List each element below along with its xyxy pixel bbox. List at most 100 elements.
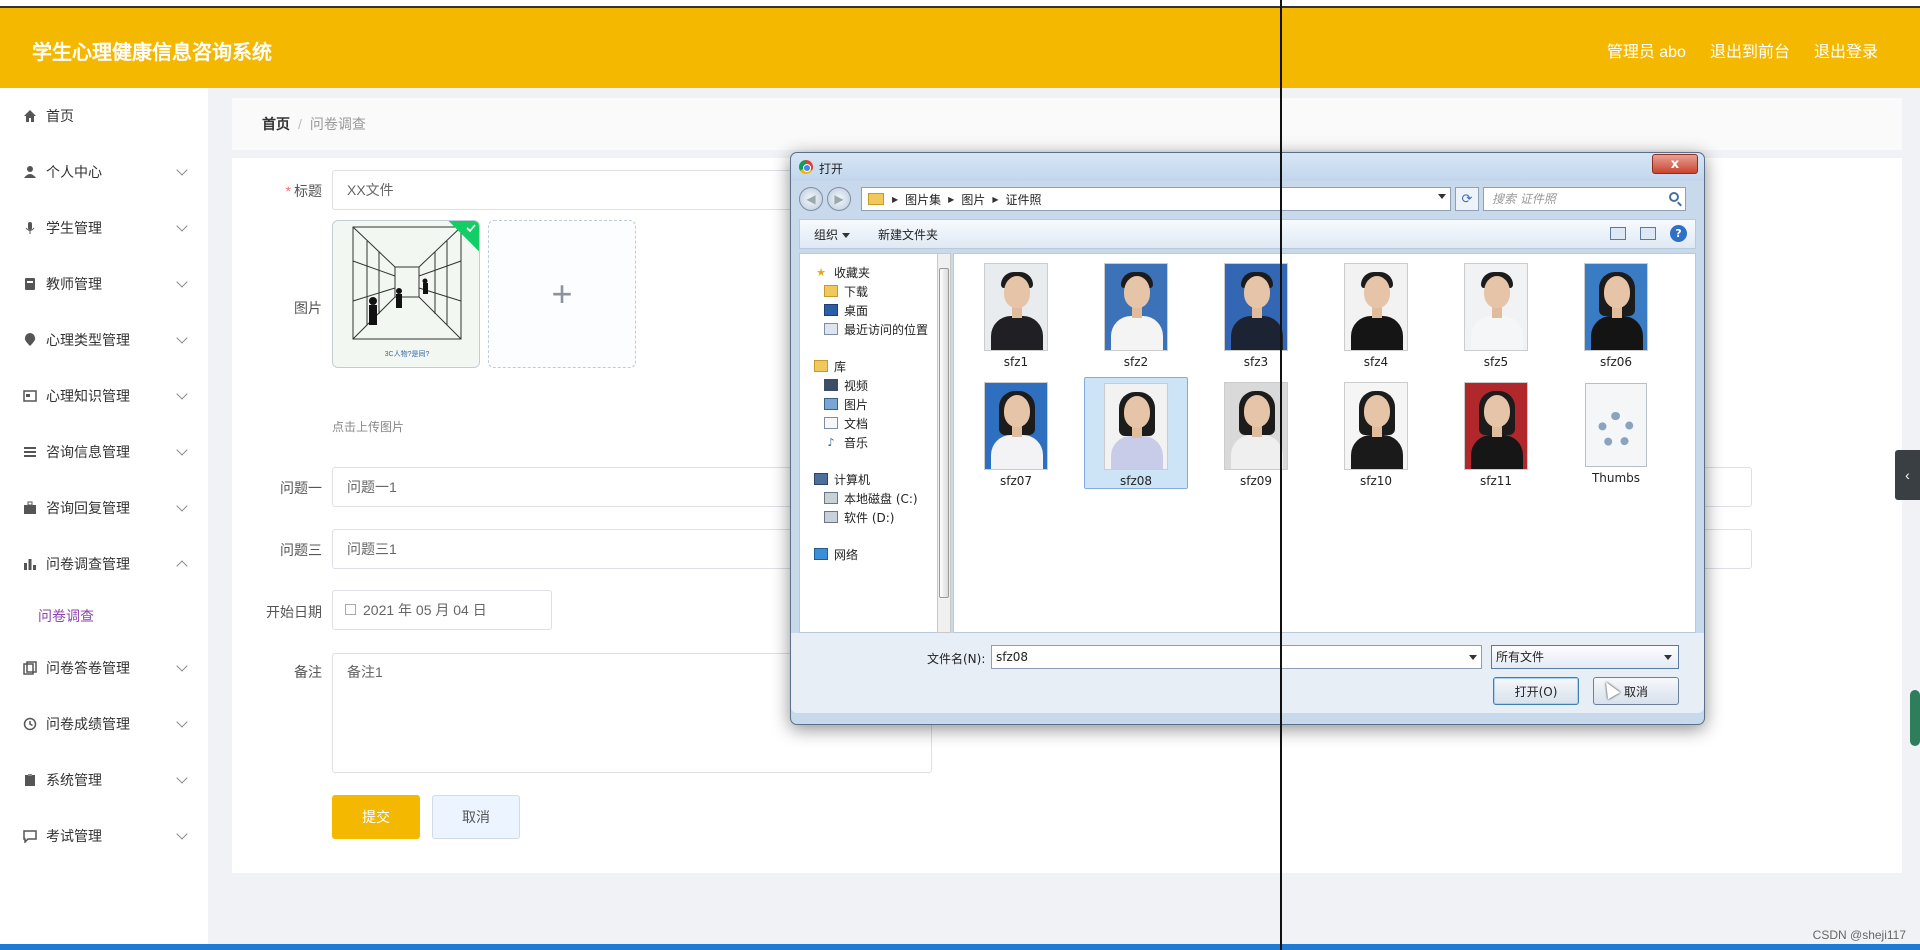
- collapse-tab[interactable]: ‹: [1895, 450, 1920, 500]
- file-name: sfz2: [1123, 355, 1149, 369]
- file-tile[interactable]: sfz2: [1084, 258, 1188, 370]
- breadcrumb-arrow-icon: ▶: [948, 194, 955, 204]
- file-tile[interactable]: sfz07: [964, 377, 1068, 489]
- path-segment[interactable]: 图片: [961, 191, 985, 208]
- refresh-icon[interactable]: ⟳: [1455, 187, 1479, 211]
- file-tile[interactable]: sfz08: [1084, 377, 1188, 489]
- list-icon: [22, 444, 38, 460]
- file-tile[interactable]: sfz4: [1324, 258, 1428, 370]
- nav-videos[interactable]: 视频: [824, 375, 868, 395]
- nav-library[interactable]: 库: [814, 356, 846, 376]
- star-icon: ★: [816, 265, 826, 279]
- nav-computer[interactable]: 计算机: [814, 469, 870, 489]
- sidebar-item-survey[interactable]: 问卷调查管理: [0, 536, 208, 592]
- dialog-open-button[interactable]: 打开(O): [1493, 677, 1579, 705]
- nav-disk-d[interactable]: 软件 (D:): [824, 507, 894, 527]
- file-tile[interactable]: sfz1: [964, 258, 1068, 370]
- downloads-folder-icon: [824, 285, 838, 297]
- submit-button[interactable]: 提交: [332, 795, 420, 839]
- scrollbar-thumb[interactable]: [939, 268, 949, 598]
- view-mode-icon[interactable]: [1610, 227, 1626, 240]
- organize-label: 组织: [814, 227, 839, 242]
- folder-icon: [868, 193, 884, 205]
- nav-network[interactable]: 网络: [814, 544, 858, 564]
- nav-desktop[interactable]: 桌面: [824, 300, 868, 320]
- add-image-button[interactable]: +: [488, 220, 636, 368]
- file-tile[interactable]: sfz11: [1444, 377, 1548, 489]
- recent-places-icon: [824, 323, 838, 335]
- path-segment[interactable]: 图片集: [905, 191, 941, 208]
- illusion-image: [333, 221, 479, 367]
- id-photo-thumbnail: [1104, 383, 1168, 470]
- new-folder-button[interactable]: 新建文件夹: [878, 226, 938, 243]
- sidebar-item-psy-knowledge[interactable]: 心理知识管理: [0, 368, 208, 424]
- logout-link[interactable]: 退出登录: [1814, 38, 1878, 62]
- organize-menu[interactable]: 组织: [814, 226, 851, 243]
- file-tile[interactable]: sfz09: [1204, 377, 1308, 489]
- breadcrumb-home[interactable]: 首页: [262, 114, 290, 134]
- sidebar-item-exams[interactable]: 考试管理: [0, 808, 208, 864]
- file-tile[interactable]: Thumbs: [1564, 377, 1668, 489]
- sidebar-item-psy-types[interactable]: 心理类型管理: [0, 312, 208, 368]
- filename-input[interactable]: sfz08: [991, 645, 1482, 669]
- nav-label: 桌面: [844, 303, 869, 318]
- dialog-search-input[interactable]: 搜索 证件照: [1483, 187, 1686, 211]
- nav-downloads[interactable]: 下载: [824, 281, 868, 301]
- back-icon[interactable]: ◀: [799, 187, 823, 211]
- nav-documents[interactable]: 文档: [824, 413, 868, 433]
- file-tile[interactable]: sfz10: [1324, 377, 1428, 489]
- dialog-titlebar[interactable]: 打开 x: [791, 153, 1704, 181]
- address-bar[interactable]: ▶ 图片集 ▶ 图片 ▶ 证件照: [861, 187, 1451, 211]
- sidebar-subitem-survey[interactable]: 问卷调查: [0, 592, 208, 640]
- sidebar-item-system[interactable]: 系统管理: [0, 752, 208, 808]
- network-icon: [814, 548, 828, 560]
- sidebar-item-personal[interactable]: 个人中心: [0, 144, 208, 200]
- dropdown-arrow-icon[interactable]: [1469, 655, 1477, 660]
- path-segment[interactable]: 证件照: [1006, 191, 1042, 208]
- date-picker[interactable]: 2021 年 05 月 04 日: [332, 590, 552, 630]
- nav-scrollbar[interactable]: [937, 253, 951, 633]
- help-icon[interactable]: ?: [1670, 225, 1687, 242]
- nav-label: 视频: [844, 378, 869, 393]
- pictures-icon: [824, 398, 838, 410]
- sidebar-item-students[interactable]: 学生管理: [0, 200, 208, 256]
- nav-music[interactable]: ♪ 音乐: [824, 432, 868, 452]
- cancel-button[interactable]: 取消: [432, 795, 520, 839]
- navigation-pane: ★ 收藏夹 下载 桌面 最近访问的位置 库 视频 图片 文档 ♪ 音乐 计算机 本地…: [799, 253, 945, 633]
- sidebar-item-consult-info[interactable]: 咨询信息管理: [0, 424, 208, 480]
- image-caption: 3C人物?是同?: [384, 351, 430, 358]
- nav-pictures[interactable]: 图片: [824, 394, 868, 414]
- file-tile[interactable]: sfz5: [1444, 258, 1548, 370]
- filetype-select[interactable]: 所有文件: [1491, 645, 1679, 669]
- goto-front-link[interactable]: 退出到前台: [1710, 38, 1790, 62]
- file-name: sfz10: [1359, 474, 1393, 488]
- id-photo-thumbnail: [1464, 263, 1528, 351]
- nav-recent[interactable]: 最近访问的位置: [824, 319, 928, 339]
- forward-icon[interactable]: ▶: [827, 187, 851, 211]
- file-tile[interactable]: sfz06: [1564, 258, 1668, 370]
- calendar-icon: [345, 604, 356, 615]
- bar-chart-icon: [22, 556, 38, 572]
- dropdown-arrow-icon[interactable]: [1438, 194, 1446, 199]
- sidebar-item-answers[interactable]: 问卷答卷管理: [0, 640, 208, 696]
- file-tile[interactable]: sfz3: [1204, 258, 1308, 370]
- scroll-handle[interactable]: [1910, 690, 1920, 746]
- preview-pane-icon[interactable]: [1640, 227, 1656, 240]
- sidebar-item-label: 教师管理: [46, 276, 102, 292]
- dialog-title: 打开: [819, 162, 844, 176]
- sidebar-item-consult-reply[interactable]: 咨询回复管理: [0, 480, 208, 536]
- taskbar-edge: [0, 944, 1920, 950]
- dialog-close-button[interactable]: x: [1652, 154, 1698, 174]
- nav-disk-c[interactable]: 本地磁盘 (C:): [824, 488, 918, 508]
- sidebar-item-home[interactable]: 首页: [0, 88, 208, 144]
- sidebar-item-teachers[interactable]: 教师管理: [0, 256, 208, 312]
- nav-label: 计算机: [834, 472, 871, 487]
- uploaded-image[interactable]: 3C人物?是同?: [332, 220, 480, 368]
- chat-icon: [22, 828, 38, 844]
- sidebar-item-label: 首页: [46, 108, 74, 124]
- admin-user-link[interactable]: 管理员 abo: [1607, 38, 1686, 62]
- sidebar-item-scores[interactable]: 问卷成绩管理: [0, 696, 208, 752]
- nav-favorites[interactable]: ★ 收藏夹: [814, 262, 870, 282]
- id-photo-thumbnail: [1344, 382, 1408, 470]
- library-icon: [814, 360, 828, 372]
